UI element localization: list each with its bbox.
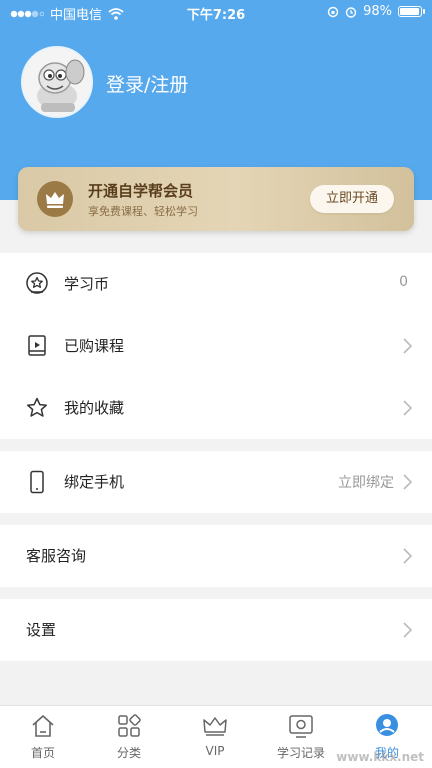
- menu-label-coins: 学习币: [64, 275, 110, 293]
- tab-study-record[interactable]: 学习记录: [258, 706, 344, 768]
- menu-item-customer-service[interactable]: 客服咨询: [0, 525, 432, 587]
- tab-home[interactable]: 首页: [0, 706, 86, 768]
- menu-group-service: 客服咨询: [0, 525, 432, 587]
- chevron-right-icon: [403, 548, 413, 564]
- login-register-link[interactable]: 登录/注册: [106, 70, 188, 97]
- menu-item-bind-phone[interactable]: 绑定手机 立即绑定: [0, 451, 432, 513]
- menu-group-settings: 设置: [0, 599, 432, 661]
- menu-label-phone: 绑定手机: [64, 473, 125, 491]
- menu-label-service: 客服咨询: [26, 547, 87, 565]
- tab-label: 学习记录: [276, 746, 325, 760]
- chevron-right-icon: [403, 474, 413, 490]
- chevron-right-icon: [403, 622, 413, 638]
- menu-item-purchased[interactable]: 已购课程: [0, 315, 432, 377]
- menu-item-settings[interactable]: 设置: [0, 599, 432, 661]
- tab-vip[interactable]: VIP: [172, 706, 258, 768]
- avatar[interactable]: [21, 46, 93, 118]
- profile-icon: [376, 714, 398, 736]
- tab-category[interactable]: 分类: [86, 706, 172, 768]
- watermark: www.kkx.net: [336, 750, 424, 764]
- video-book-icon: [28, 335, 46, 356]
- menu-label-settings: 设置: [26, 621, 57, 639]
- alarm-icon: [345, 6, 357, 18]
- menu-group-learning: 学习币 0 已购课程 我的收藏: [0, 253, 432, 439]
- menu-label-purchased: 已购课程: [64, 337, 125, 355]
- vip-membership-card[interactable]: 开通自学帮会员 享免费课程、轻松学习 立即开通: [18, 167, 414, 231]
- crown-badge-icon: [37, 181, 73, 217]
- coin-star-icon: [26, 272, 48, 294]
- chevron-right-icon: [403, 338, 413, 354]
- menu-label-favorites: 我的收藏: [64, 399, 125, 417]
- menu-item-coins[interactable]: 学习币 0: [0, 253, 432, 315]
- open-vip-button[interactable]: 立即开通: [310, 185, 394, 213]
- record-icon: [289, 715, 313, 738]
- star-icon: [26, 397, 48, 417]
- avatar-icon: [23, 48, 91, 116]
- battery-percent: 98%: [363, 4, 392, 19]
- tab-label: 分类: [116, 746, 141, 760]
- vip-subtitle: 享免费课程、轻松学习: [88, 205, 198, 218]
- battery-icon: [398, 6, 425, 17]
- rotation-lock-icon: [327, 6, 339, 17]
- menu-group-phone: 绑定手机 立即绑定: [0, 451, 432, 513]
- tab-label: VIP: [205, 744, 225, 758]
- status-bar: 中国电信 下午7:26 98%: [0, 0, 432, 24]
- coins-value: 0: [399, 274, 408, 290]
- category-icon: [118, 714, 141, 737]
- home-icon: [32, 715, 54, 737]
- vip-title: 开通自学帮会员: [88, 182, 194, 200]
- menu-item-favorites[interactable]: 我的收藏: [0, 377, 432, 439]
- crown-icon: [203, 717, 227, 736]
- phone-icon: [30, 470, 44, 494]
- chevron-right-icon: [403, 400, 413, 416]
- bind-phone-value: 立即绑定: [338, 475, 394, 491]
- tab-label: 首页: [30, 746, 55, 760]
